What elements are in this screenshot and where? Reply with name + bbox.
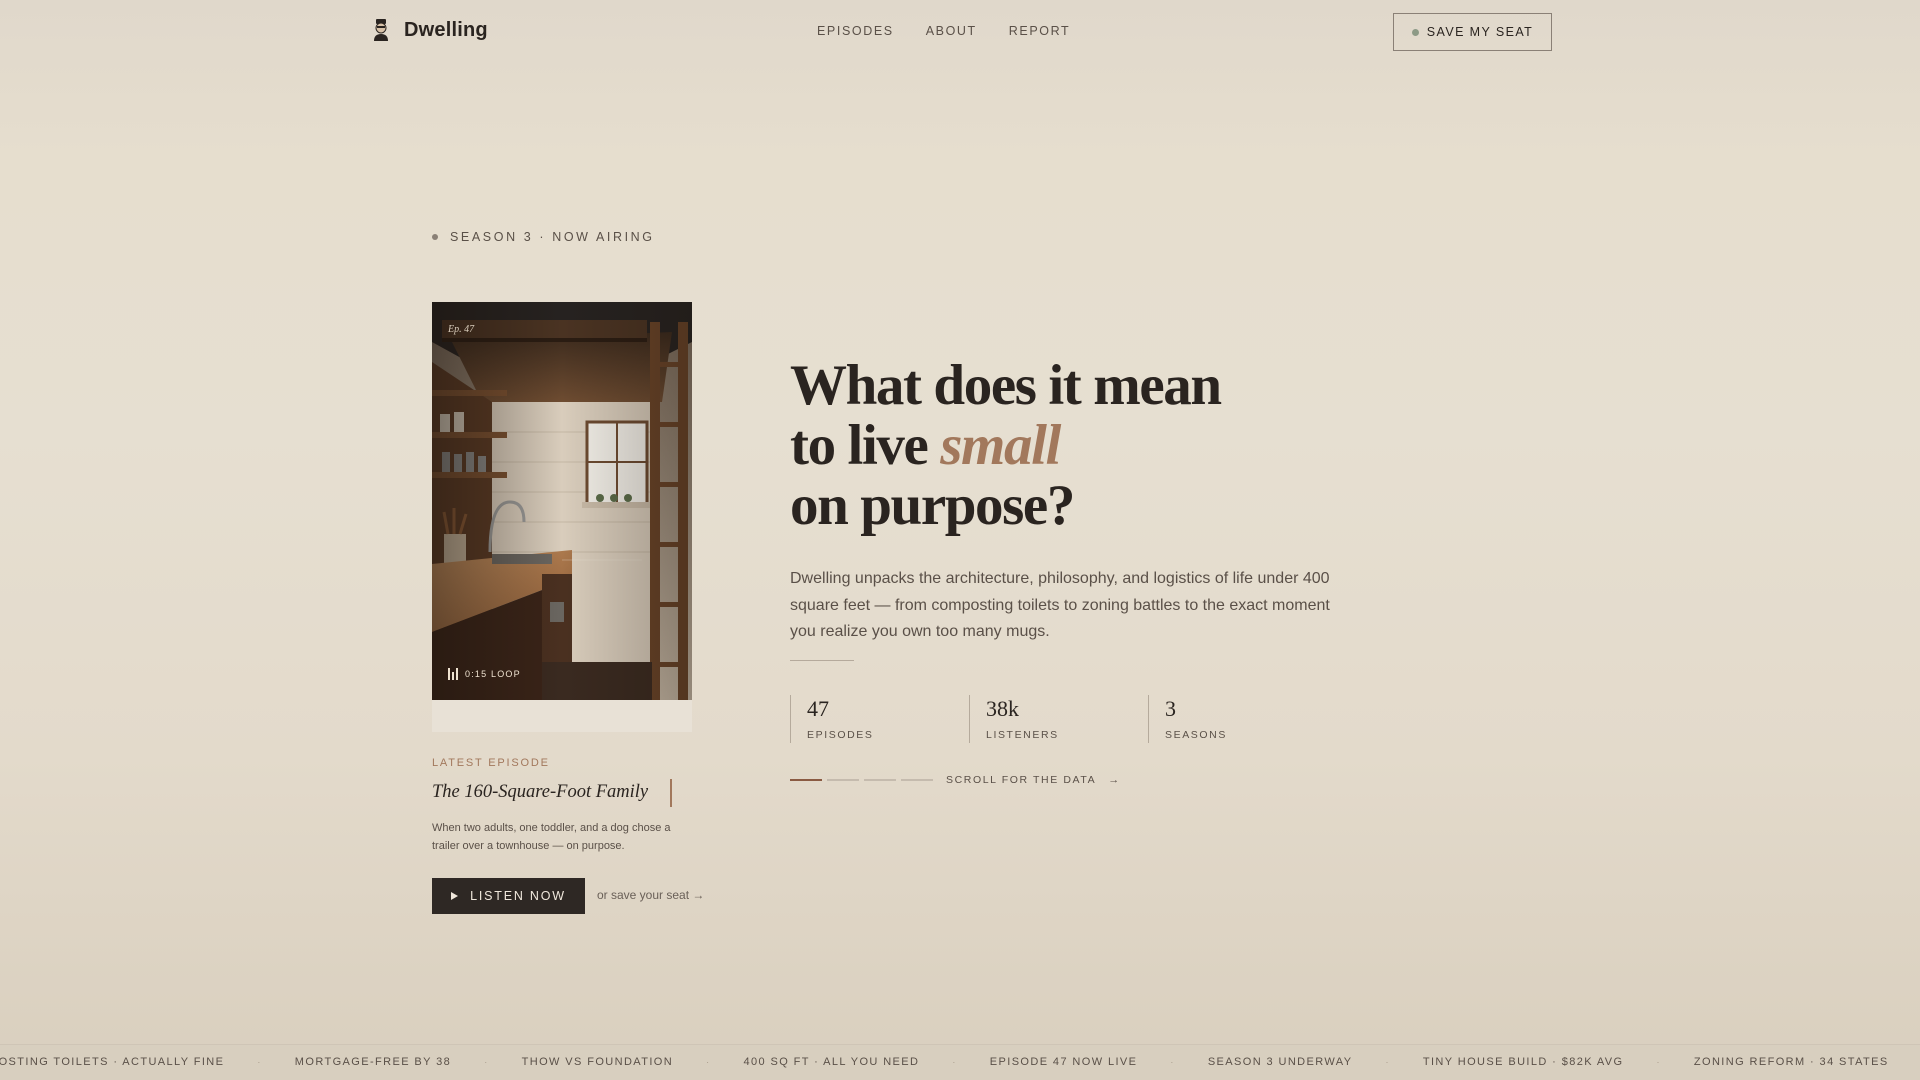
ticker-item-text: ZONING REFORM · 34 STATES bbox=[1693, 1056, 1889, 1068]
progress-segment bbox=[827, 779, 859, 781]
stat-value: 38k bbox=[986, 696, 1019, 721]
ticker-separator: · bbox=[484, 1057, 489, 1067]
audio-bars-icon bbox=[448, 668, 458, 680]
hero-description: Dwelling unpacks the architecture, philo… bbox=[790, 570, 1330, 640]
ticker-separator: · bbox=[1170, 1057, 1175, 1067]
title-accent-bar bbox=[670, 779, 672, 807]
ticker-item-text: THOW VS FOUNDATION bbox=[521, 1056, 674, 1068]
episode-card[interactable]: Ep. 47 0:15 LOOP bbox=[432, 302, 692, 732]
latest-episode-description: When two adults, one toddler, and a dog … bbox=[432, 822, 671, 852]
progress-segment bbox=[901, 779, 933, 781]
latest-episode-label: LATEST EPISODE bbox=[432, 757, 550, 769]
nav-link-about[interactable]: ABOUT bbox=[926, 24, 977, 38]
headline-line-3: on purpose? bbox=[790, 474, 1075, 537]
ticker-item-text: EPISODE 47 NOW LIVE bbox=[989, 1056, 1138, 1068]
scroll-label: SCROLL FOR THE DATA bbox=[946, 774, 1097, 786]
loop-label: 0:15 LOOP bbox=[465, 669, 521, 679]
divider bbox=[790, 660, 854, 661]
listen-now-button[interactable]: LISTEN NOW bbox=[432, 878, 585, 914]
nav-links: EPISODES ABOUT REPORT bbox=[817, 24, 1070, 38]
progress-segment bbox=[864, 779, 896, 781]
brand-logo[interactable]: Dwelling bbox=[372, 18, 488, 42]
ticker-item: MORTGAGE-FREE BY 38 · bbox=[295, 1056, 522, 1068]
headline-accent-word: small bbox=[940, 414, 1061, 477]
stat-label: EPISODES bbox=[807, 729, 874, 741]
episode-cover-image: Ep. 47 0:15 LOOP bbox=[432, 302, 692, 700]
play-icon bbox=[451, 892, 459, 900]
ticker-separator: · bbox=[1385, 1057, 1390, 1067]
ticker-item-text: TINY HOUSE BUILD · $82K AVG bbox=[1422, 1056, 1624, 1068]
stat-listeners: 38k LISTENERS bbox=[969, 695, 1148, 743]
stat-value: 3 bbox=[1165, 696, 1176, 721]
ticker-item: COMPOSTING TOILETS · ACTUALLY FINE · bbox=[0, 1056, 295, 1068]
nav-link-episodes[interactable]: EPISODES bbox=[817, 24, 894, 38]
stat-seasons: 3 SEASONS bbox=[1148, 695, 1327, 743]
hero-headline: What does it mean to live small on purpo… bbox=[790, 354, 1222, 537]
ticker-item: 400 SQ FT · ALL YOU NEED · bbox=[744, 1056, 990, 1068]
arrow-right-icon: → bbox=[1108, 774, 1120, 786]
ticker-separator: · bbox=[1656, 1057, 1661, 1067]
person-icon bbox=[372, 18, 390, 42]
ticker-item: THOW VS FOUNDATION · bbox=[522, 1056, 744, 1068]
season-tag-text: SEASON 3 · NOW AIRING bbox=[450, 230, 655, 244]
news-ticker: COMPOSTING TOILETS · ACTUALLY FINE·MORTG… bbox=[0, 1044, 1920, 1080]
ticker-separator: · bbox=[706, 1057, 711, 1067]
ticker-item-text: 400 SQ FT · ALL YOU NEED bbox=[743, 1056, 920, 1068]
save-seat-link[interactable]: or save your seat → bbox=[597, 888, 704, 902]
loop-indicator: 0:15 LOOP bbox=[448, 668, 521, 680]
ticker-item: SEASON 3 UNDERWAY · bbox=[1208, 1056, 1423, 1068]
ticker-item-text: COMPOSTING TOILETS · ACTUALLY FINE bbox=[0, 1056, 225, 1068]
headline-line-1: What does it mean bbox=[790, 354, 1222, 417]
ticker-track: COMPOSTING TOILETS · ACTUALLY FINE·MORTG… bbox=[0, 1056, 1920, 1068]
stat-episodes: 47 EPISODES bbox=[790, 695, 969, 743]
ticker-item: ZONING REFORM · 34 STATES· bbox=[1694, 1056, 1920, 1068]
scroll-indicator[interactable]: SCROLL FOR THE DATA → bbox=[790, 774, 1119, 786]
listen-now-label: LISTEN NOW bbox=[470, 889, 566, 903]
ticker-separator: · bbox=[952, 1057, 957, 1067]
status-dot-icon bbox=[1411, 28, 1419, 36]
ticker-item: TINY HOUSE BUILD · $82K AVG · bbox=[1423, 1056, 1694, 1068]
stat-label: SEASONS bbox=[1165, 729, 1227, 741]
top-nav: Dwelling EPISODES ABOUT REPORT SAVE MY S… bbox=[0, 0, 1920, 64]
latest-episode-title[interactable]: The 160-Square-Foot Family bbox=[432, 782, 648, 803]
season-dot-icon bbox=[432, 234, 438, 240]
episode-number-tag: Ep. 47 bbox=[448, 324, 475, 335]
ticker-item-text: MORTGAGE-FREE BY 38 bbox=[294, 1056, 452, 1068]
brand-name: Dwelling bbox=[404, 18, 488, 41]
save-seat-label: SAVE MY SEAT bbox=[1426, 25, 1534, 39]
season-tag: SEASON 3 · NOW AIRING bbox=[432, 230, 655, 244]
ticker-separator: · bbox=[257, 1057, 262, 1067]
progress-segment bbox=[790, 779, 822, 781]
stat-label: LISTENERS bbox=[986, 729, 1059, 741]
headline-line-2-pre: to live bbox=[790, 414, 941, 477]
stats-row: 47 EPISODES 38k LISTENERS 3 SEASONS bbox=[790, 695, 1327, 743]
nav-link-report[interactable]: REPORT bbox=[1009, 24, 1070, 38]
save-seat-button[interactable]: SAVE MY SEAT bbox=[1393, 13, 1552, 51]
ticker-item: EPISODE 47 NOW LIVE · bbox=[990, 1056, 1208, 1068]
stat-value: 47 bbox=[807, 696, 829, 721]
ticker-item-text: SEASON 3 UNDERWAY bbox=[1207, 1056, 1353, 1068]
